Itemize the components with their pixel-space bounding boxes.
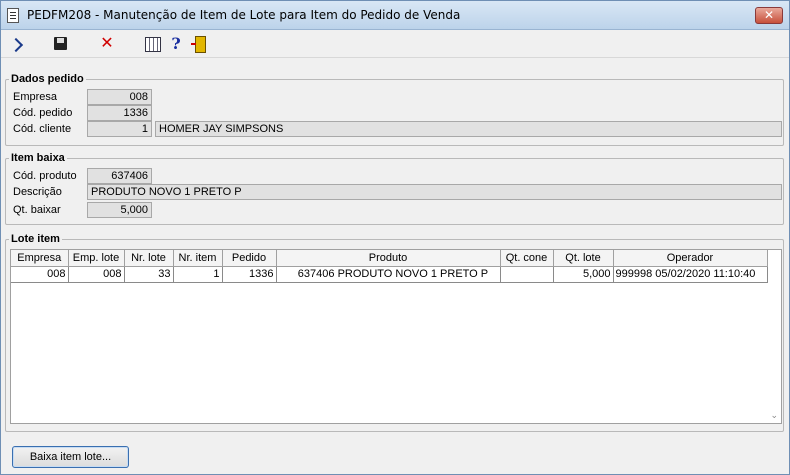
document-icon <box>7 8 19 23</box>
col-operador-header[interactable]: Operador <box>613 250 768 267</box>
lote-item-grid[interactable]: Empresa Emp. lote Nr. lote Nr. item Pedi… <box>10 249 782 424</box>
cod-cliente-field[interactable]: 1 <box>87 121 152 137</box>
scroll-down-icon[interactable]: ⌄ <box>770 410 778 421</box>
empresa-field[interactable]: 008 <box>87 89 152 105</box>
col-emp-lote-header[interactable]: Emp. lote <box>68 250 125 267</box>
cell-qt-cone[interactable] <box>499 266 554 283</box>
cell-nr-lote[interactable]: 33 <box>123 266 174 283</box>
cod-produto-field[interactable]: 637406 <box>87 168 152 184</box>
baixa-item-lote-button[interactable]: Baixa item lote... <box>12 446 129 468</box>
exit-door-icon[interactable] <box>189 34 209 54</box>
cell-operador-id: 999998 <box>615 268 653 280</box>
qt-baixar-field[interactable]: 5,000 <box>87 202 152 218</box>
cod-cliente-label: Cód. cliente <box>13 123 72 135</box>
lote-item-legend: Lote item <box>11 233 60 245</box>
cod-produto-label: Cód. produto <box>13 170 77 182</box>
cell-pedido[interactable]: 1336 <box>221 266 277 283</box>
cod-pedido-label: Cód. pedido <box>13 107 73 119</box>
item-baixa-legend: Item baixa <box>11 152 65 164</box>
cell-nr-item[interactable]: 1 <box>172 266 223 283</box>
cell-produto-desc: PRODUTO NOVO 1 PRETO P <box>337 268 489 280</box>
col-produto-header[interactable]: Produto <box>276 250 501 267</box>
calculator-icon[interactable] <box>143 34 163 54</box>
col-pedido-header[interactable]: Pedido <box>222 250 277 267</box>
descricao-field[interactable]: PRODUTO NOVO 1 PRETO P <box>87 184 782 200</box>
cell-operador-data: 05/02/2020 11:10:40 <box>655 268 756 280</box>
exit-arrow-icon[interactable] <box>7 34 27 54</box>
cell-emp-lote[interactable]: 008 <box>67 266 125 283</box>
qt-baixar-label: Qt. baixar <box>13 204 61 216</box>
descricao-label: Descrição <box>13 186 62 198</box>
col-empresa-header[interactable]: Empresa <box>11 250 69 267</box>
help-icon[interactable]: ? <box>166 34 186 54</box>
cliente-nome-field[interactable]: HOMER JAY SIMPSONS <box>155 121 782 137</box>
table-row[interactable]: 008 008 33 1 1336 637406 PRODUTO NOVO 1 … <box>11 266 768 283</box>
cell-qt-lote[interactable]: 5,000 <box>552 266 614 283</box>
window-title: PEDFM208 - Manutenção de Item de Lote pa… <box>27 8 461 22</box>
col-qt-lote-header[interactable]: Qt. lote <box>553 250 614 267</box>
close-button[interactable]: ✕ <box>755 7 783 24</box>
cell-operador[interactable]: 999998 05/02/2020 11:10:40 <box>612 266 768 283</box>
dados-pedido-legend: Dados pedido <box>11 73 84 85</box>
toolbar: ✕ ? <box>1 30 789 58</box>
cell-produto[interactable]: 637406 PRODUTO NOVO 1 PRETO P <box>275 266 501 283</box>
cell-empresa[interactable]: 008 <box>11 266 69 283</box>
cancel-icon[interactable]: ✕ <box>97 34 117 54</box>
title-bar: PEDFM208 - Manutenção de Item de Lote pa… <box>1 1 789 30</box>
main-window: PEDFM208 - Manutenção de Item de Lote pa… <box>0 0 790 475</box>
cell-produto-cod: 637406 <box>297 268 335 280</box>
col-nr-lote-header[interactable]: Nr. lote <box>124 250 174 267</box>
col-nr-item-header[interactable]: Nr. item <box>173 250 223 267</box>
col-qt-cone-header[interactable]: Qt. cone <box>500 250 554 267</box>
empresa-label: Empresa <box>13 91 58 103</box>
lote-item-table: Empresa Emp. lote Nr. lote Nr. item Pedi… <box>11 250 768 283</box>
table-header-row: Empresa Emp. lote Nr. lote Nr. item Pedi… <box>11 250 768 267</box>
save-icon[interactable] <box>51 34 71 54</box>
cod-pedido-field[interactable]: 1336 <box>87 105 152 121</box>
